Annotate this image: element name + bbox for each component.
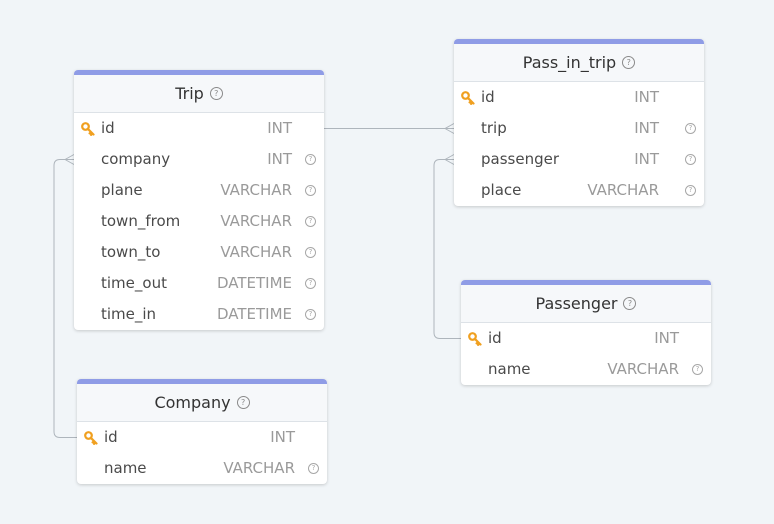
- help-icon[interactable]: ?: [308, 463, 319, 474]
- help-icon[interactable]: ?: [685, 154, 696, 165]
- column-name: passenger: [481, 150, 559, 168]
- table-trip[interactable]: Trip? id INT company INT? plane VARCHAR? town_f…: [74, 70, 324, 330]
- help-icon[interactable]: ?: [305, 247, 316, 258]
- column-name: plane: [101, 181, 143, 199]
- help-icon[interactable]: ?: [692, 364, 703, 375]
- column-name: town_to: [101, 243, 161, 261]
- column-row-time-out[interactable]: time_out DATETIME?: [74, 268, 324, 299]
- column-row-trip[interactable]: trip INT?: [454, 113, 704, 144]
- column-name: name: [488, 360, 531, 378]
- table-header[interactable]: Company?: [77, 384, 327, 422]
- column-name: time_out: [101, 274, 167, 292]
- column-type: VARCHAR: [220, 181, 292, 199]
- column-row-plane[interactable]: plane VARCHAR?: [74, 175, 324, 206]
- column-row-time-in[interactable]: time_in DATETIME?: [74, 299, 324, 330]
- er-diagram-canvas: Trip? id INT company INT? plane VARCHAR? town_f…: [0, 0, 774, 524]
- table-title: Passenger: [535, 294, 618, 313]
- column-row-passenger[interactable]: passenger INT?: [454, 144, 704, 175]
- table-header[interactable]: Trip?: [74, 75, 324, 113]
- column-name: town_from: [101, 212, 181, 230]
- column-type: VARCHAR: [220, 243, 292, 261]
- help-icon[interactable]: ?: [236, 396, 250, 409]
- column-name: id: [481, 88, 495, 106]
- help-icon[interactable]: ?: [305, 154, 316, 165]
- column-type: DATETIME: [216, 305, 292, 323]
- help-icon[interactable]: ?: [685, 123, 696, 134]
- column-name: name: [104, 459, 147, 477]
- help-icon[interactable]: ?: [305, 309, 316, 320]
- column-row-town-from[interactable]: town_from VARCHAR?: [74, 206, 324, 237]
- column-type: DATETIME: [216, 274, 292, 292]
- table-pass-in-trip[interactable]: Pass_in_trip? id INT trip INT? passenger INT? p…: [454, 39, 704, 206]
- help-icon[interactable]: ?: [622, 56, 636, 69]
- column-name: time_in: [101, 305, 157, 323]
- column-row-id[interactable]: id INT: [454, 82, 704, 113]
- help-icon[interactable]: ?: [305, 216, 316, 227]
- column-type: INT: [270, 428, 295, 446]
- column-row-company[interactable]: company INT?: [74, 144, 324, 175]
- help-icon[interactable]: ?: [305, 185, 316, 196]
- relation-link-0[interactable]: [324, 123, 455, 134]
- table-company[interactable]: Company? id INT name VARCHAR?: [77, 379, 327, 484]
- column-row-id[interactable]: id INT: [461, 323, 711, 354]
- column-type: VARCHAR: [607, 360, 679, 378]
- key-icon: [84, 430, 98, 449]
- key-icon: [81, 121, 95, 140]
- column-name: company: [101, 150, 171, 168]
- key-icon: [461, 90, 475, 109]
- column-type: INT: [267, 119, 292, 137]
- column-row-name[interactable]: name VARCHAR?: [77, 453, 327, 484]
- column-name: id: [104, 428, 118, 446]
- help-icon[interactable]: ?: [305, 278, 316, 289]
- column-type: INT: [654, 329, 679, 347]
- column-row-id[interactable]: id INT: [77, 422, 327, 453]
- table-title: Pass_in_trip: [522, 53, 617, 72]
- column-row-place[interactable]: place VARCHAR?: [454, 175, 704, 206]
- table-title: Trip: [175, 84, 204, 103]
- help-icon[interactable]: ?: [685, 185, 696, 196]
- column-type: VARCHAR: [587, 181, 659, 199]
- column-row-name[interactable]: name VARCHAR?: [461, 354, 711, 385]
- column-row-town-to[interactable]: town_to VARCHAR?: [74, 237, 324, 268]
- column-type: VARCHAR: [220, 212, 292, 230]
- column-name: place: [481, 181, 522, 199]
- help-icon[interactable]: ?: [623, 297, 637, 310]
- column-row-id[interactable]: id INT: [74, 113, 324, 144]
- key-icon: [468, 331, 482, 350]
- table-header[interactable]: Pass_in_trip?: [454, 44, 704, 82]
- column-type: VARCHAR: [223, 459, 295, 477]
- column-name: id: [101, 119, 115, 137]
- table-title: Company: [154, 393, 231, 412]
- table-header[interactable]: Passenger?: [461, 285, 711, 323]
- column-type: INT: [634, 150, 659, 168]
- table-passenger[interactable]: Passenger? id INT name VARCHAR?: [461, 280, 711, 385]
- column-name: trip: [481, 119, 507, 137]
- help-icon[interactable]: ?: [209, 87, 223, 100]
- column-type: INT: [634, 88, 659, 106]
- column-name: id: [488, 329, 502, 347]
- column-type: INT: [267, 150, 292, 168]
- column-type: INT: [634, 119, 659, 137]
